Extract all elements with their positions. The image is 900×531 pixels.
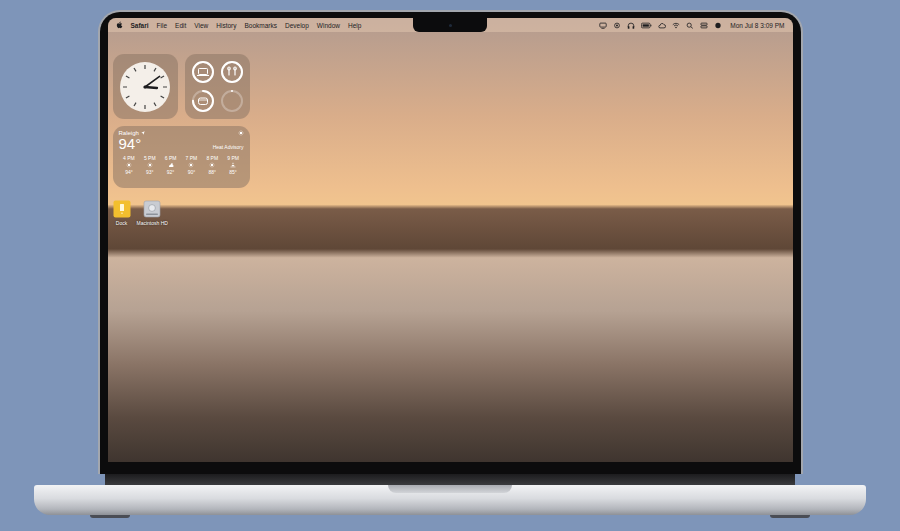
forecast-time: 4 PM bbox=[123, 155, 135, 161]
battery-ring bbox=[220, 60, 244, 84]
lid-opening-groove bbox=[388, 485, 512, 493]
forecast-hour: 5 PM 93° bbox=[139, 155, 160, 175]
wifi-icon[interactable] bbox=[672, 22, 680, 29]
desktop-icon[interactable]: Macintosh HD bbox=[137, 200, 168, 226]
desktop: Raleigh94°Heat Advisory4 PM94°5 PM93°6 P… bbox=[108, 32, 793, 226]
menu-app-name[interactable]: Safari bbox=[131, 22, 149, 29]
battery-ring-icon bbox=[191, 89, 215, 113]
laptop-feet bbox=[90, 515, 810, 518]
sun-icon bbox=[126, 162, 132, 168]
location-arrow-icon bbox=[141, 131, 145, 135]
apple-logo-icon[interactable] bbox=[116, 21, 123, 29]
siri-icon[interactable] bbox=[714, 22, 722, 29]
forecast-time: 7 PM bbox=[186, 155, 198, 161]
battery-icon[interactable] bbox=[641, 22, 652, 29]
menu-item[interactable]: Bookmarks bbox=[244, 22, 277, 29]
clock-widget[interactable] bbox=[113, 54, 178, 119]
forecast-time: 6 PM bbox=[165, 155, 177, 161]
battery-ring-icon bbox=[220, 89, 244, 113]
page: Safari File Edit View History Bookmarks Develo… bbox=[0, 0, 900, 531]
forecast-temperature: 88° bbox=[208, 169, 216, 175]
menu-left: Safari File Edit View History Bookmarks Develo… bbox=[116, 21, 362, 29]
dock-folder-icon bbox=[113, 200, 131, 218]
sun-icon bbox=[238, 130, 244, 136]
forecast-temperature: 93° bbox=[146, 169, 154, 175]
screen: Safari File Edit View History Bookmarks Develo… bbox=[108, 18, 793, 462]
battery-ring bbox=[191, 89, 215, 113]
headphones-icon[interactable] bbox=[627, 22, 635, 29]
forecast-temperature: 92° bbox=[167, 169, 175, 175]
desktop-icons: Dock Macintosh HD bbox=[113, 200, 788, 226]
cloud-sun-icon bbox=[168, 162, 174, 168]
analog-clock-icon bbox=[119, 61, 171, 113]
menu-item[interactable]: History bbox=[216, 22, 236, 29]
weather-temperature: 94° bbox=[119, 136, 142, 152]
forecast-time: 8 PM bbox=[206, 155, 218, 161]
forecast-temperature: 90° bbox=[188, 169, 196, 175]
forecast-hour: 4 PM 94° bbox=[119, 155, 140, 175]
forecast-time: 5 PM bbox=[144, 155, 156, 161]
sunset-icon bbox=[230, 162, 236, 168]
sun-icon bbox=[209, 162, 215, 168]
battery-ring bbox=[220, 89, 244, 113]
menu-item[interactable]: Help bbox=[348, 22, 361, 29]
forecast-time: 9 PM bbox=[227, 155, 239, 161]
desktop-icon-label: Macintosh HD bbox=[137, 220, 168, 226]
menu-item[interactable]: Window bbox=[317, 22, 340, 29]
laptop-base bbox=[34, 485, 866, 515]
sun-icon bbox=[188, 162, 194, 168]
forecast-hour: 7 PM 90° bbox=[181, 155, 202, 175]
menu-status-area: Mon Jul 8 3:09 PM bbox=[599, 22, 784, 29]
weather-forecast: 4 PM 94° 5 PM 93° 6 PM 92° 7 PM 90° 8 PM 88° 9 PM 8… bbox=[119, 155, 244, 175]
menu-item[interactable]: File bbox=[157, 22, 167, 29]
widget-grid: Raleigh94°Heat Advisory4 PM94°5 PM93°6 P… bbox=[113, 54, 250, 188]
batteries-widget[interactable] bbox=[185, 54, 250, 119]
forecast-temperature: 94° bbox=[125, 169, 133, 175]
forecast-temperature: 85° bbox=[229, 169, 237, 175]
menu-item[interactable]: Develop bbox=[285, 22, 309, 29]
battery-ring-icon bbox=[220, 60, 244, 84]
menu-clock[interactable]: Mon Jul 8 3:09 PM bbox=[730, 22, 784, 29]
hard-drive-icon bbox=[143, 200, 161, 218]
laptop-foot bbox=[90, 515, 130, 518]
cast-icon[interactable] bbox=[599, 22, 607, 29]
laptop-lid: Safari File Edit View History Bookmarks Develo… bbox=[98, 10, 803, 474]
control-center-icon[interactable] bbox=[700, 22, 708, 29]
weather-current: 94° Heat Advisory bbox=[119, 136, 244, 152]
sun-icon bbox=[147, 162, 153, 168]
forecast-hour: 6 PM 92° bbox=[160, 155, 181, 175]
laptop-hinge bbox=[105, 474, 795, 485]
desktop-icon[interactable]: Dock bbox=[113, 200, 131, 226]
battery-ring-icon bbox=[191, 60, 215, 84]
record-icon[interactable] bbox=[613, 22, 621, 29]
laptop-foot bbox=[770, 515, 810, 518]
menu-item[interactable]: Edit bbox=[175, 22, 186, 29]
cloud-icon[interactable] bbox=[658, 22, 666, 29]
forecast-hour: 9 PM 85° bbox=[223, 155, 244, 175]
search-icon[interactable] bbox=[686, 22, 694, 29]
forecast-hour: 8 PM 88° bbox=[202, 155, 223, 175]
weather-condition: Heat Advisory bbox=[213, 144, 244, 152]
menu-item[interactable]: View bbox=[194, 22, 208, 29]
camera-icon bbox=[449, 24, 452, 27]
weather-widget[interactable]: Raleigh94°Heat Advisory4 PM94°5 PM93°6 P… bbox=[113, 126, 250, 188]
desktop-icon-label: Dock bbox=[116, 220, 127, 226]
battery-ring bbox=[191, 60, 215, 84]
camera-notch bbox=[413, 18, 487, 32]
